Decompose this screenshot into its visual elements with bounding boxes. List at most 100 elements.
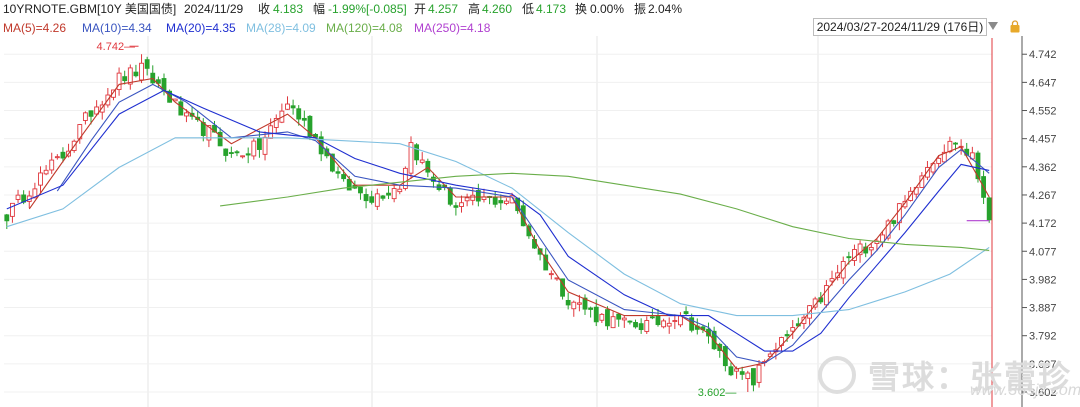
candle-body — [627, 320, 633, 323]
y-tick-label: 3.982 — [1029, 274, 1057, 286]
candle-body — [599, 313, 605, 321]
high-label: 高 — [468, 2, 481, 16]
candle-body — [986, 197, 992, 221]
candle-body — [548, 273, 554, 276]
low-annotation-label: 3.602— — [698, 387, 737, 399]
y-tick-label: 4.077 — [1029, 246, 1057, 258]
candle-body — [245, 153, 251, 156]
candle-body — [621, 317, 627, 321]
candle-body — [846, 256, 852, 259]
dropdown-arrow-icon[interactable] — [988, 22, 998, 30]
candle-body — [54, 156, 60, 159]
candle-body — [358, 186, 363, 194]
candle-body — [666, 322, 672, 327]
turnover-label: 换 — [575, 2, 588, 16]
date-range-selector[interactable]: 2024/03/27-2024/11/29 (176日) — [813, 18, 987, 36]
candle-body — [661, 320, 667, 328]
change-value: -1.99%[-0.085] — [328, 2, 407, 16]
high-value: 4.260 — [482, 2, 513, 16]
candle-body — [15, 194, 21, 200]
candle-body — [268, 125, 274, 139]
ma120-legend: MA(120)=4.08 — [326, 21, 403, 35]
y-tick-label: 4.267 — [1029, 190, 1057, 202]
watermark: 雪球：张蕾珍 www.365jz.com — [818, 352, 1080, 407]
candle-body — [296, 108, 302, 120]
candle-body — [178, 101, 184, 116]
candle-body — [369, 196, 375, 203]
lock-icon[interactable] — [1010, 20, 1020, 33]
candle-body — [38, 172, 43, 186]
candle-body — [43, 169, 49, 175]
candle-body — [240, 155, 245, 158]
candle-body — [593, 306, 599, 323]
watermark-url: www.365jz.com — [970, 382, 1080, 399]
y-tick-label: 4.742 — [1029, 49, 1057, 61]
amplitude-label: 振 — [634, 2, 647, 16]
candle-body — [257, 137, 262, 150]
ma-line-ma5 — [28, 77, 990, 370]
candle-body — [492, 197, 498, 205]
annotation-layer: 4.742— 3.602— — [97, 41, 737, 399]
watermark-logo-icon — [818, 356, 856, 394]
candle-body — [374, 193, 380, 207]
candle-body — [386, 192, 391, 196]
candle-body — [672, 320, 678, 322]
low-value: 4.173 — [536, 2, 567, 16]
candle-body — [756, 364, 762, 383]
candle-body — [341, 174, 347, 180]
y-tick-label: 4.552 — [1029, 106, 1057, 118]
candle-body — [301, 117, 307, 121]
candle-body — [868, 246, 874, 251]
candle-body — [60, 151, 66, 159]
candle-body — [953, 142, 958, 145]
candle-body — [88, 110, 94, 117]
candle-body — [588, 307, 594, 310]
candle-body — [504, 200, 509, 204]
candle-body — [655, 315, 661, 326]
high-annotation-label: 4.742— — [97, 41, 136, 53]
candle-body — [223, 148, 229, 156]
candle-body — [335, 171, 341, 174]
candle-body — [745, 372, 751, 379]
candle-body — [610, 316, 616, 329]
date-label: 2024/11/29 — [184, 2, 244, 16]
ma-line-ma120 — [220, 172, 990, 251]
candle-body — [10, 202, 15, 217]
candle-body — [414, 144, 420, 161]
ma-line-ma20 — [6, 89, 990, 352]
symbol-label: 10YRNOTE.GBM[10Y 美国国债] — [3, 2, 177, 16]
ma250-legend: MA(250)=4.18 — [414, 21, 491, 35]
candle-body — [565, 299, 571, 306]
change-label: 幅 — [313, 2, 326, 16]
candle-body — [649, 316, 655, 319]
y-tick-label: 3.887 — [1029, 303, 1057, 315]
amplitude-value: 2.04% — [648, 2, 683, 16]
candle-body — [346, 178, 352, 191]
candle-body — [184, 112, 189, 117]
candle-body — [683, 311, 689, 315]
candle-body — [728, 366, 734, 376]
candle-body — [936, 157, 942, 164]
candle-body — [571, 301, 577, 310]
candle-body — [498, 200, 504, 204]
candle-body — [453, 205, 459, 208]
candle-body — [751, 368, 756, 386]
candle-body — [605, 309, 610, 327]
y-tick-label: 4.362 — [1029, 162, 1057, 174]
close-label: 收 — [258, 2, 271, 16]
candle-body — [122, 76, 128, 82]
candle-body — [891, 220, 897, 224]
candle-body — [397, 188, 403, 193]
candle-body — [82, 112, 88, 121]
low-label: 低 — [522, 2, 535, 16]
candle-body — [678, 315, 683, 326]
candle-body — [638, 323, 644, 331]
candle-body — [459, 202, 464, 207]
candle-body — [419, 159, 425, 163]
candle-body — [790, 327, 796, 332]
candle-body — [391, 188, 397, 200]
candle-body — [4, 214, 10, 222]
candle-body — [829, 278, 835, 282]
candle-body — [144, 59, 150, 69]
candle-body — [464, 197, 470, 202]
